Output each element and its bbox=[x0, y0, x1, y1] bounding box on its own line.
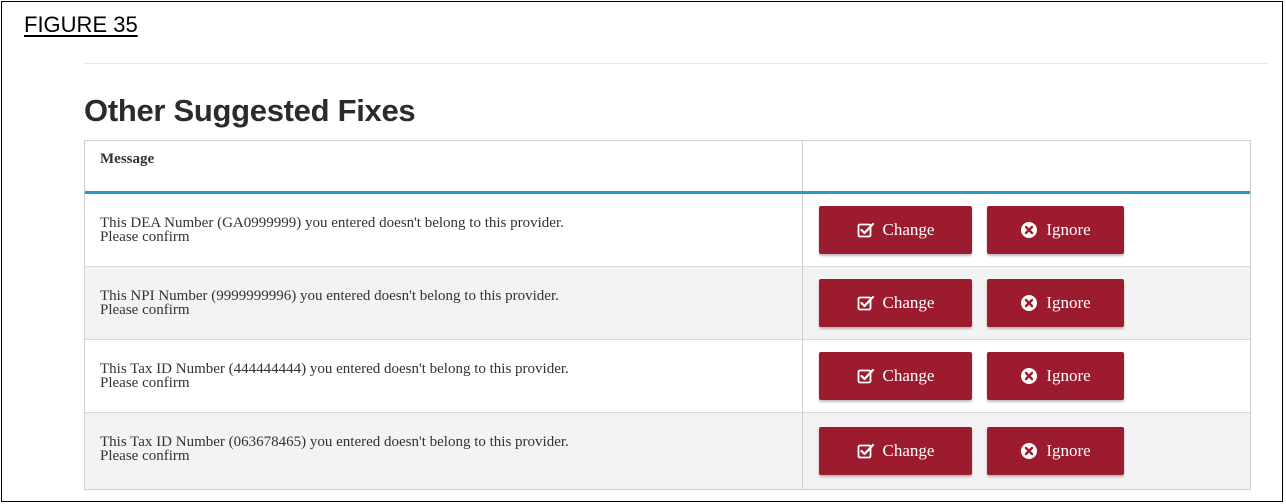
change-button[interactable]: Change bbox=[819, 352, 972, 400]
actions-cell: Change Ignore bbox=[803, 413, 1250, 489]
ignore-button[interactable]: Ignore bbox=[987, 279, 1124, 327]
ignore-button-label: Ignore bbox=[1046, 220, 1091, 239]
ignore-button[interactable]: Ignore bbox=[987, 352, 1124, 400]
message-cell: This Tax ID Number (444444444) you enter… bbox=[85, 340, 803, 412]
change-button-label: Change bbox=[882, 441, 935, 460]
times-circle-icon bbox=[1020, 367, 1038, 385]
message-text: This NPI Number (9999999996) you entered… bbox=[100, 288, 559, 304]
message-text: This Tax ID Number (444444444) you enter… bbox=[100, 361, 569, 377]
change-button[interactable]: Change bbox=[819, 427, 972, 475]
ignore-button-label: Ignore bbox=[1046, 441, 1091, 460]
table-header: Message bbox=[85, 141, 1250, 194]
column-header-message: Message bbox=[85, 141, 803, 191]
ignore-button-label: Ignore bbox=[1046, 293, 1091, 312]
message-text: This Tax ID Number (063678465) you enter… bbox=[100, 434, 569, 450]
change-button-label: Change bbox=[882, 220, 935, 239]
change-button-label: Change bbox=[882, 366, 935, 385]
change-button[interactable]: Change bbox=[819, 279, 972, 327]
message-text: This DEA Number (GA0999999) you entered … bbox=[100, 215, 564, 231]
message-cell: This DEA Number (GA0999999) you entered … bbox=[85, 194, 803, 266]
table-row: This DEA Number (GA0999999) you entered … bbox=[85, 194, 1250, 267]
ignore-button[interactable]: Ignore bbox=[987, 427, 1124, 475]
page-title: Other Suggested Fixes bbox=[84, 93, 416, 128]
message-cell: This Tax ID Number (063678465) you enter… bbox=[85, 413, 803, 489]
column-header-actions bbox=[803, 141, 1250, 191]
message-confirm-text: Please confirm bbox=[100, 229, 190, 245]
message-confirm-text: Please confirm bbox=[100, 302, 190, 318]
checkbox-edit-icon bbox=[857, 294, 875, 312]
actions-cell: Change Ignore bbox=[803, 267, 1250, 339]
message-cell: This NPI Number (9999999996) you entered… bbox=[85, 267, 803, 339]
figure-label: FIGURE 35 bbox=[24, 12, 138, 37]
divider bbox=[84, 63, 1268, 64]
change-button[interactable]: Change bbox=[819, 206, 972, 254]
actions-cell: Change Ignore bbox=[803, 194, 1250, 266]
ignore-button[interactable]: Ignore bbox=[987, 206, 1124, 254]
ignore-button-label: Ignore bbox=[1046, 366, 1091, 385]
times-circle-icon bbox=[1020, 294, 1038, 312]
checkbox-edit-icon bbox=[857, 442, 875, 460]
table-row: This NPI Number (9999999996) you entered… bbox=[85, 267, 1250, 340]
change-button-label: Change bbox=[882, 293, 935, 312]
times-circle-icon bbox=[1020, 221, 1038, 239]
checkbox-edit-icon bbox=[857, 367, 875, 385]
table-row: This Tax ID Number (063678465) you enter… bbox=[85, 413, 1250, 489]
checkbox-edit-icon bbox=[857, 221, 875, 239]
message-confirm-text: Please confirm bbox=[100, 448, 190, 464]
suggested-fixes-table: Message This DEA Number (GA0999999) you … bbox=[84, 140, 1251, 490]
times-circle-icon bbox=[1020, 442, 1038, 460]
message-confirm-text: Please confirm bbox=[100, 375, 190, 391]
actions-cell: Change Ignore bbox=[803, 340, 1250, 412]
table-row: This Tax ID Number (444444444) you enter… bbox=[85, 340, 1250, 413]
